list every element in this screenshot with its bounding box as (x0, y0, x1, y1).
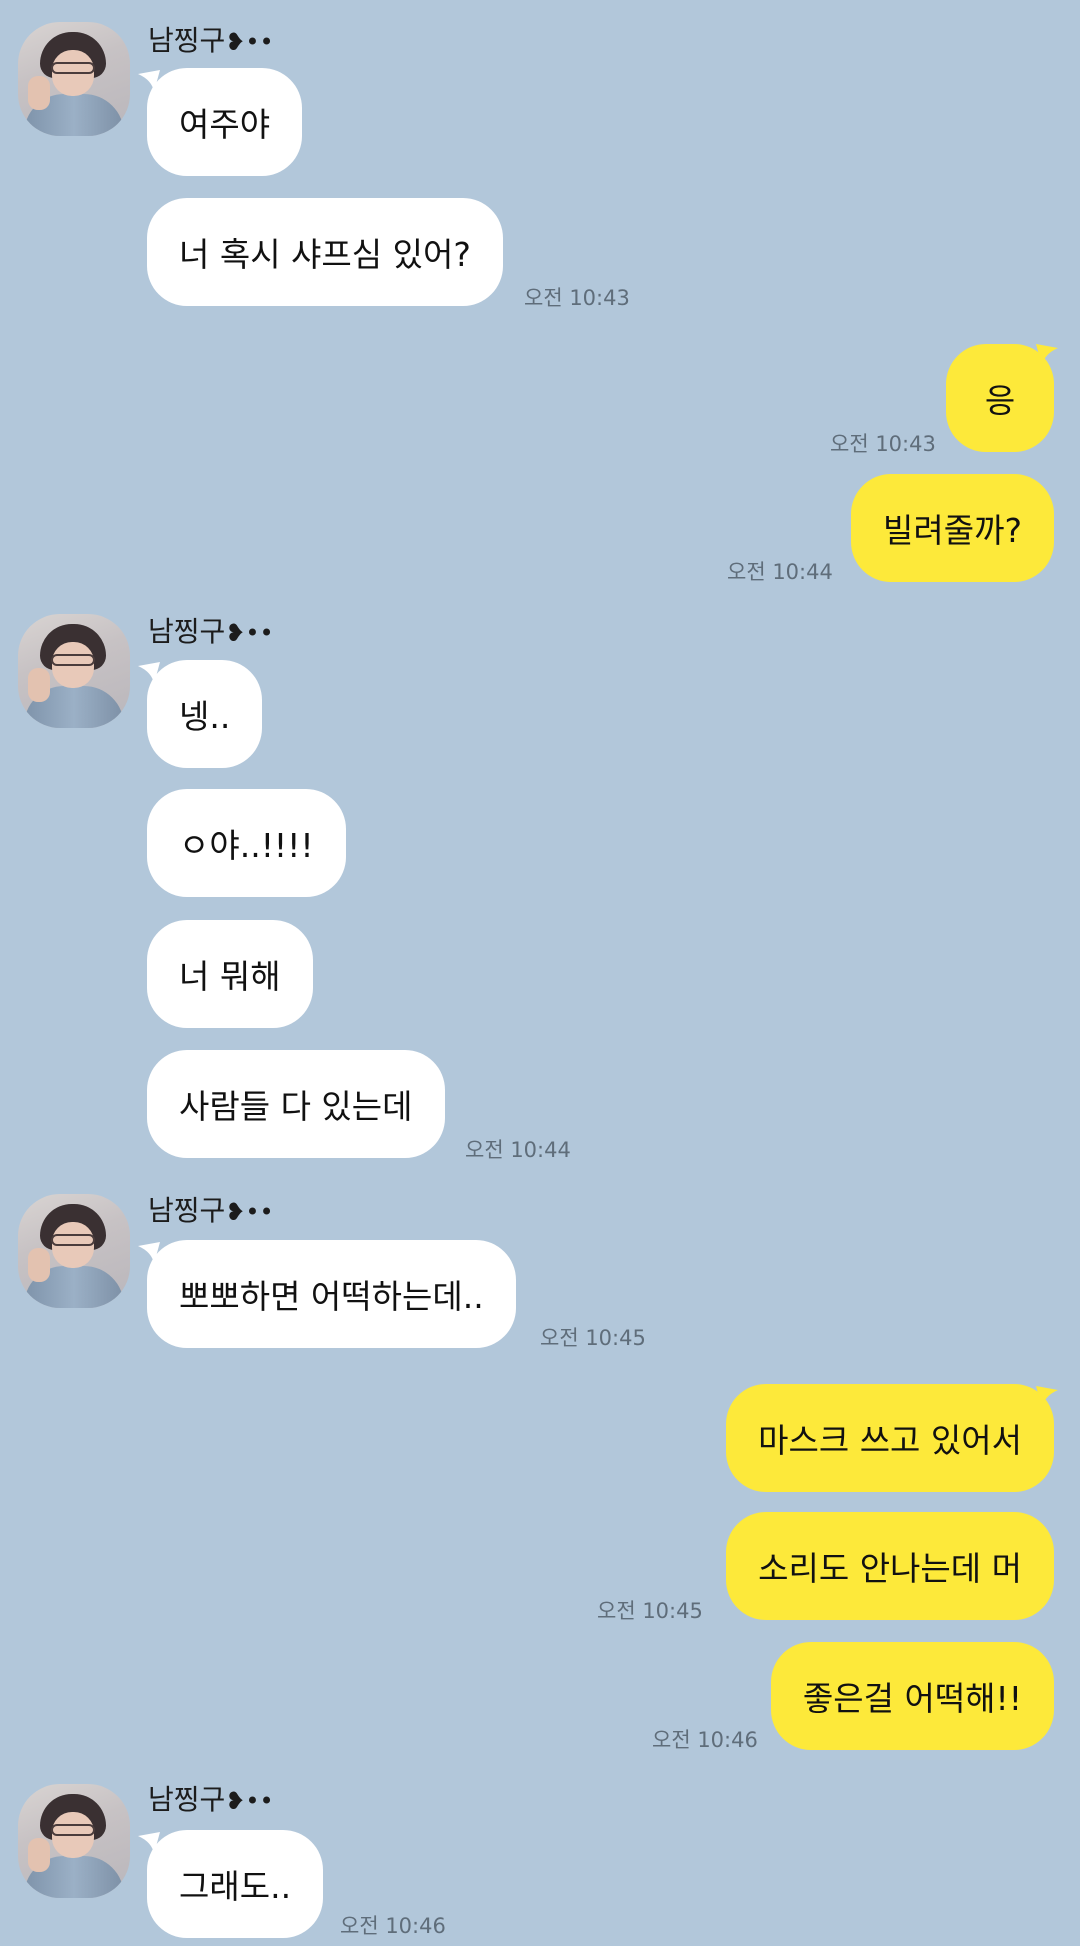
sender-avatar[interactable] (18, 1194, 130, 1308)
message-timestamp: 오전 10:43 (830, 432, 936, 456)
sender-avatar[interactable] (18, 614, 130, 728)
sender-name: 남찡구❥•• (148, 24, 274, 57)
sender-name: 남찡구❥•• (148, 1194, 274, 1227)
received-message[interactable]: 사람들 다 있는데 (147, 1050, 445, 1158)
sent-message[interactable]: 소리도 안나는데 머 (726, 1512, 1054, 1620)
received-message[interactable]: 뽀뽀하면 어떡하는데.. (147, 1240, 516, 1348)
message-timestamp: 오전 10:46 (340, 1914, 446, 1938)
message-timestamp: 오전 10:45 (540, 1326, 646, 1350)
sender-name: 남찡구❥•• (148, 1783, 274, 1816)
sent-message[interactable]: 빌려줄까? (851, 474, 1054, 582)
sender-avatar[interactable] (18, 1784, 130, 1898)
received-message[interactable]: 너 뭐해 (147, 920, 313, 1028)
received-message[interactable]: 여주야 (147, 68, 303, 176)
message-timestamp: 오전 10:45 (597, 1599, 703, 1623)
sent-message[interactable]: 응 (946, 344, 1054, 452)
message-timestamp: 오전 10:44 (727, 560, 833, 584)
sent-message[interactable]: 마스크 쓰고 있어서 (726, 1384, 1054, 1492)
message-timestamp: 오전 10:46 (652, 1728, 758, 1752)
sender-avatar[interactable] (18, 22, 130, 136)
message-timestamp: 오전 10:44 (465, 1138, 571, 1162)
sender-name: 남찡구❥•• (148, 615, 274, 648)
received-message[interactable]: 그래도.. (147, 1830, 324, 1938)
received-message[interactable]: ㅇ야..!!!! (147, 789, 346, 897)
message-timestamp: 오전 10:43 (524, 286, 630, 310)
received-message[interactable]: 너 혹시 샤프심 있어? (147, 198, 503, 306)
sent-message[interactable]: 좋은걸 어떡해!! (770, 1642, 1054, 1750)
received-message[interactable]: 넹.. (147, 660, 263, 768)
